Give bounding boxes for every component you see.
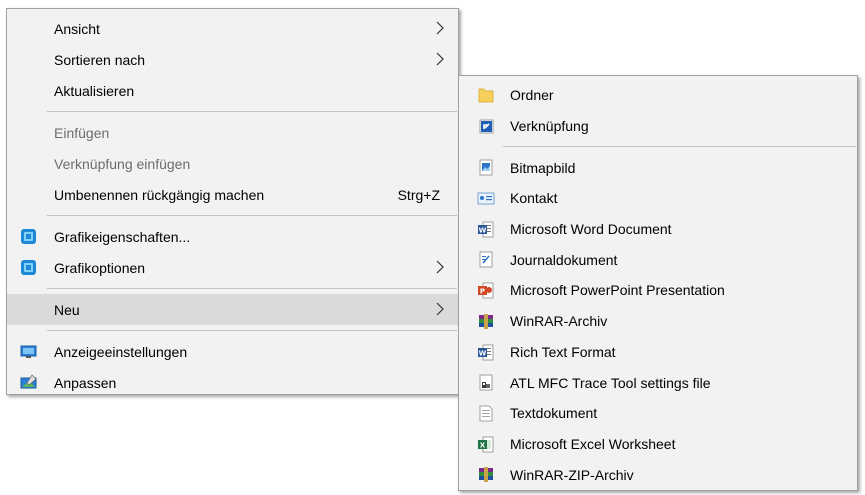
contact-icon [477, 192, 495, 205]
menu-item-label: Neu [54, 301, 80, 318]
menu-item-label: Einfügen [54, 124, 110, 141]
chevron-right-icon [436, 21, 444, 35]
submenu-item-powerpoint[interactable]: P Microsoft PowerPoint Presentation [459, 275, 857, 306]
menu-separator [47, 111, 457, 112]
submenu-item-journal[interactable]: Journaldokument [459, 244, 857, 275]
submenu-item-rtf[interactable]: W Rich Text Format [459, 337, 857, 368]
submenu-item-kontakt[interactable]: Kontakt [459, 183, 857, 214]
winrar-zip-icon [479, 467, 493, 483]
chevron-right-icon [436, 260, 444, 274]
submenu-item-label: WinRAR-ZIP-Archiv [510, 466, 634, 483]
submenu-item-text[interactable]: Textdokument [459, 398, 857, 429]
menu-item-grafikoptionen[interactable]: Grafikoptionen [7, 252, 458, 283]
submenu-item-label: Bitmapbild [510, 159, 576, 176]
rtf-icon: W [478, 344, 494, 360]
menu-item-ansicht[interactable]: Ansicht [7, 13, 458, 44]
menu-separator [47, 330, 457, 331]
shortcut-label: Strg+Z [397, 186, 440, 203]
menu-item-anzeigeeinstellungen[interactable]: Anzeigeeinstellungen [7, 336, 458, 367]
svg-text:W: W [479, 349, 487, 357]
display-settings-icon [20, 345, 37, 358]
submenu-item-label: Microsoft PowerPoint Presentation [510, 282, 725, 299]
chevron-right-icon [436, 302, 444, 316]
folder-icon [478, 88, 494, 103]
journal-icon [479, 252, 493, 268]
menu-item-einfuegen[interactable]: Einfügen [7, 117, 458, 148]
submenu-item-winrar[interactable]: WinRAR-Archiv [459, 306, 857, 337]
submenu-item-excel[interactable]: X Microsoft Excel Worksheet [459, 429, 857, 460]
winrar-icon [479, 313, 493, 329]
svg-text:X: X [480, 441, 486, 449]
menu-item-label: Grafikoptionen [54, 259, 146, 276]
submenu-item-verknuepfung[interactable]: Verknüpfung [459, 111, 857, 142]
menu-item-label: Grafikeigenschaften... [54, 228, 191, 245]
submenu-item-label: Microsoft Word Document [510, 221, 672, 238]
atl-icon [479, 374, 493, 391]
menu-item-label: Anzeigeeinstellungen [54, 343, 188, 360]
intel-graphics-icon [21, 260, 36, 275]
submenu-item-label: Textdokument [510, 405, 598, 422]
menu-item-aktualisieren[interactable]: Aktualisieren [7, 75, 458, 106]
menu-separator [47, 215, 457, 216]
submenu-item-label: Ordner [510, 87, 554, 104]
submenu-item-label: Journaldokument [510, 251, 618, 268]
submenu-item-winrar-zip[interactable]: WinRAR-ZIP-Archiv [459, 459, 857, 490]
chevron-right-icon [436, 52, 444, 66]
text-document-icon [479, 405, 493, 422]
menu-item-neu[interactable]: Neu [7, 294, 458, 325]
powerpoint-icon: P [478, 282, 494, 299]
submenu-item-label: WinRAR-Archiv [510, 313, 608, 330]
menu-item-label: Ansicht [54, 20, 100, 37]
menu-item-verknuepfung-einfuegen[interactable]: Verknüpfung einfügen [7, 148, 458, 179]
excel-icon: X [478, 436, 494, 452]
menu-separator [47, 288, 457, 289]
svg-text:P: P [480, 288, 485, 296]
submenu-item-label: Rich Text Format [510, 343, 616, 360]
menu-item-anpassen[interactable]: Anpassen [7, 367, 458, 398]
submenu-item-label: Verknüpfung [510, 118, 589, 135]
submenu-item-ordner[interactable]: Ordner [459, 80, 857, 111]
menu-item-label: Sortieren nach [54, 51, 146, 68]
menu-item-label: Anpassen [54, 374, 117, 391]
menu-item-label: Aktualisieren [54, 82, 135, 99]
new-submenu: Ordner Verknüpfung Bitmapbild Kontakt W … [458, 75, 858, 491]
submenu-item-atl[interactable]: ATL MFC Trace Tool settings file [459, 367, 857, 398]
menu-item-sortieren[interactable]: Sortieren nach [7, 44, 458, 75]
menu-item-label: Umbenennen rückgängig machen [54, 186, 265, 203]
submenu-item-label: Kontakt [510, 190, 558, 207]
word-icon: W [478, 221, 494, 238]
desktop-context-menu: Ansicht Sortieren nach Aktualisieren Ein… [6, 8, 459, 395]
submenu-item-label: Microsoft Excel Worksheet [510, 435, 676, 452]
submenu-item-word[interactable]: W Microsoft Word Document [459, 214, 857, 245]
personalize-icon [20, 374, 37, 389]
menu-item-umbenennen-rueckgaengig[interactable]: Umbenennen rückgängig machen Strg+Z [7, 179, 458, 210]
menu-item-label: Verknüpfung einfügen [54, 155, 191, 172]
bitmap-icon [479, 159, 493, 176]
submenu-item-label: ATL MFC Trace Tool settings file [510, 374, 711, 391]
menu-item-grafikeigenschaften[interactable]: Grafikeigenschaften... [7, 221, 458, 252]
svg-text:W: W [479, 226, 487, 234]
intel-graphics-icon [21, 229, 36, 244]
submenu-item-bitmap[interactable]: Bitmapbild [459, 152, 857, 183]
menu-separator [503, 146, 856, 148]
shortcut-icon [479, 119, 494, 134]
